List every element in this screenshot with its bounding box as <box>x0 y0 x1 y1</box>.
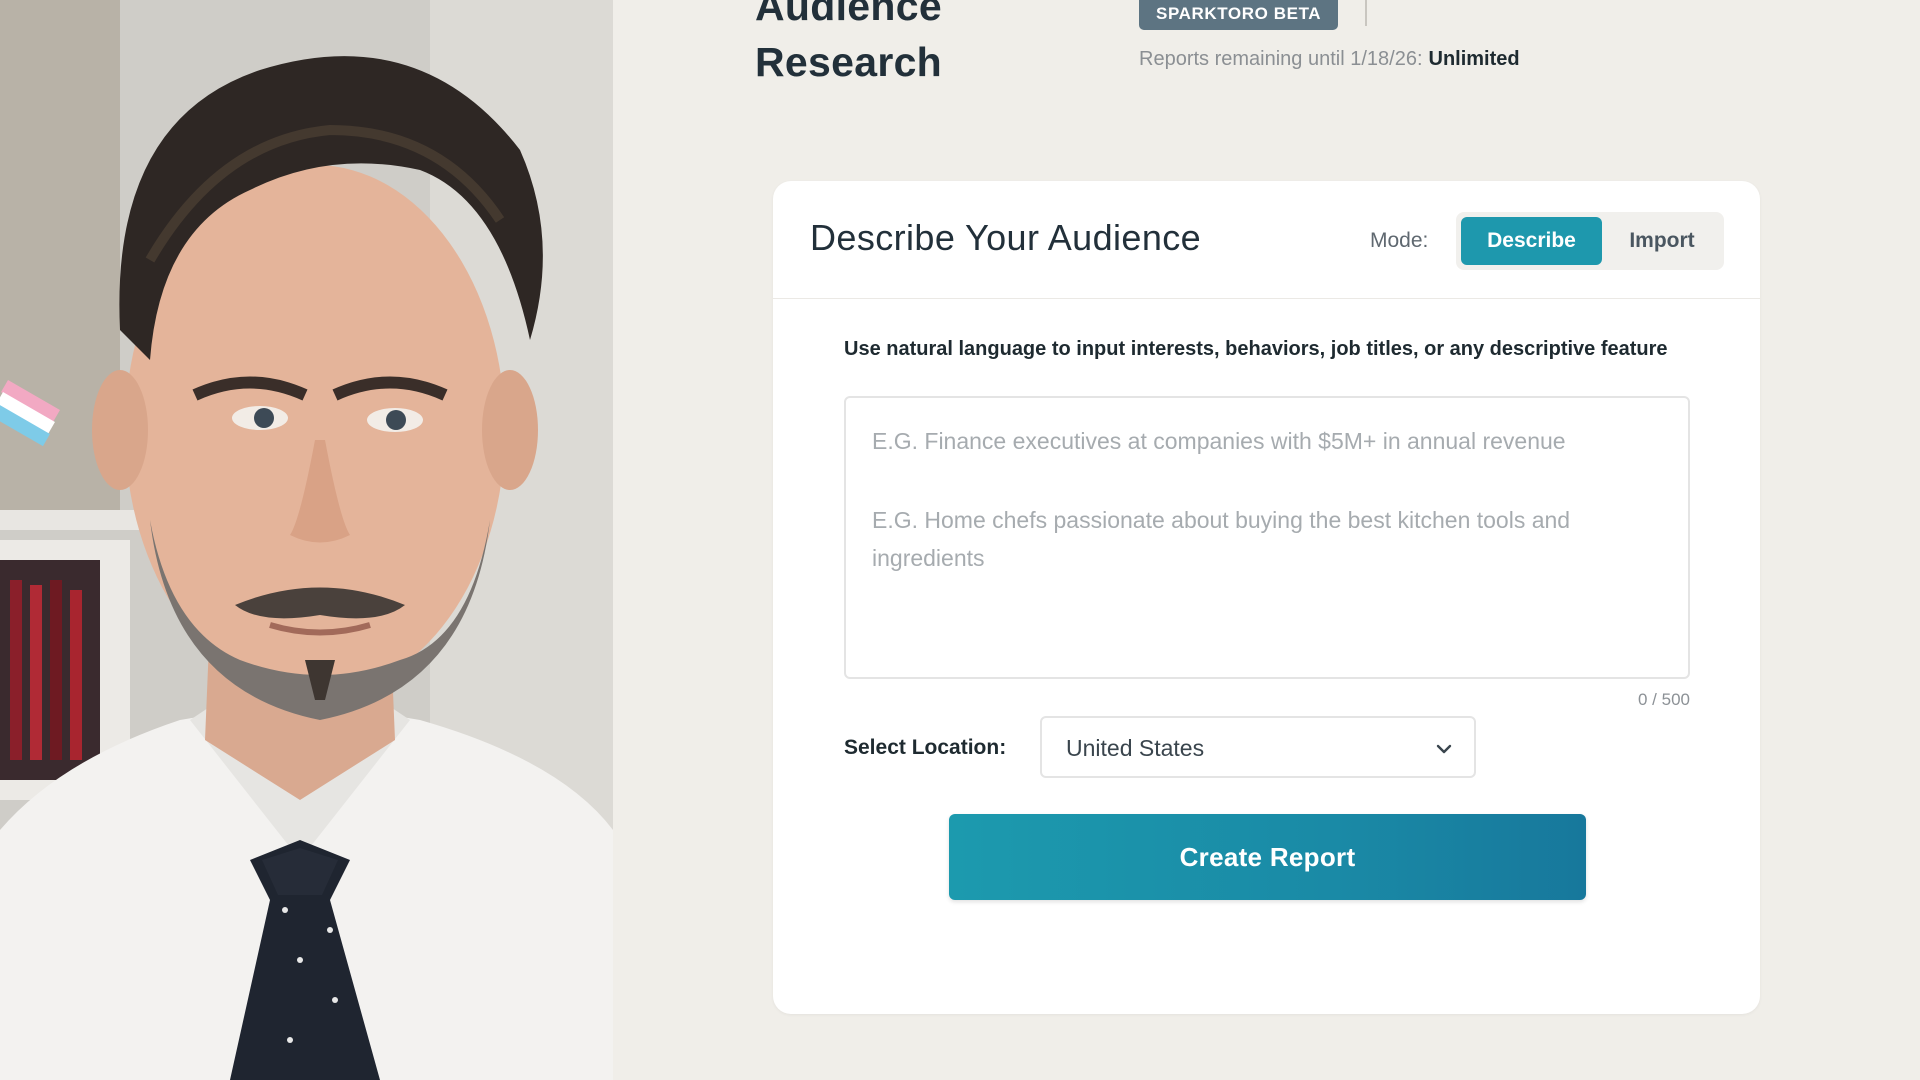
mode-toggle: Describe Import <box>1456 212 1724 270</box>
presenter-video <box>0 0 613 1080</box>
card-title: Describe Your Audience <box>810 217 1202 258</box>
page-title-line1: Audience <box>755 0 942 29</box>
create-report-button[interactable]: Create Report <box>949 814 1586 900</box>
mode-describe-button[interactable]: Describe <box>1461 217 1602 265</box>
page-title: Audience Research <box>755 0 942 90</box>
audience-card: Describe Your Audience Mode: Describe Im… <box>773 181 1760 1014</box>
header-divider <box>1365 0 1367 26</box>
location-select[interactable]: United States <box>1040 716 1476 778</box>
placeholder-example-1: E.G. Finance executives at companies wit… <box>872 428 1566 454</box>
location-label: Select Location: <box>844 736 1007 759</box>
webcam-overlay <box>0 0 613 1080</box>
input-instructions: Use natural language to input interests,… <box>844 338 1668 360</box>
reports-remaining-label: Reports remaining until 1/18/26: <box>1139 48 1423 70</box>
location-selected-value: United States <box>1066 735 1205 761</box>
mode-label: Mode: <box>1370 229 1429 252</box>
placeholder-example-2: E.G. Home chefs passionate about buying … <box>872 507 1571 571</box>
card-header: Describe Your Audience Mode: Describe Im… <box>773 181 1760 299</box>
mode-import-button[interactable]: Import <box>1606 217 1718 265</box>
beta-badge: SPARKTORO BETA <box>1139 0 1339 30</box>
reports-remaining: Reports remaining until 1/18/26: Unlimite… <box>1139 48 1520 71</box>
audience-description-input[interactable]: E.G. Finance executives at companies wit… <box>844 396 1690 679</box>
reports-remaining-value: Unlimited <box>1428 48 1520 70</box>
page-title-line2: Research <box>755 39 943 85</box>
chevron-down-icon <box>1436 744 1452 754</box>
character-counter: 0 / 500 <box>1638 690 1690 709</box>
